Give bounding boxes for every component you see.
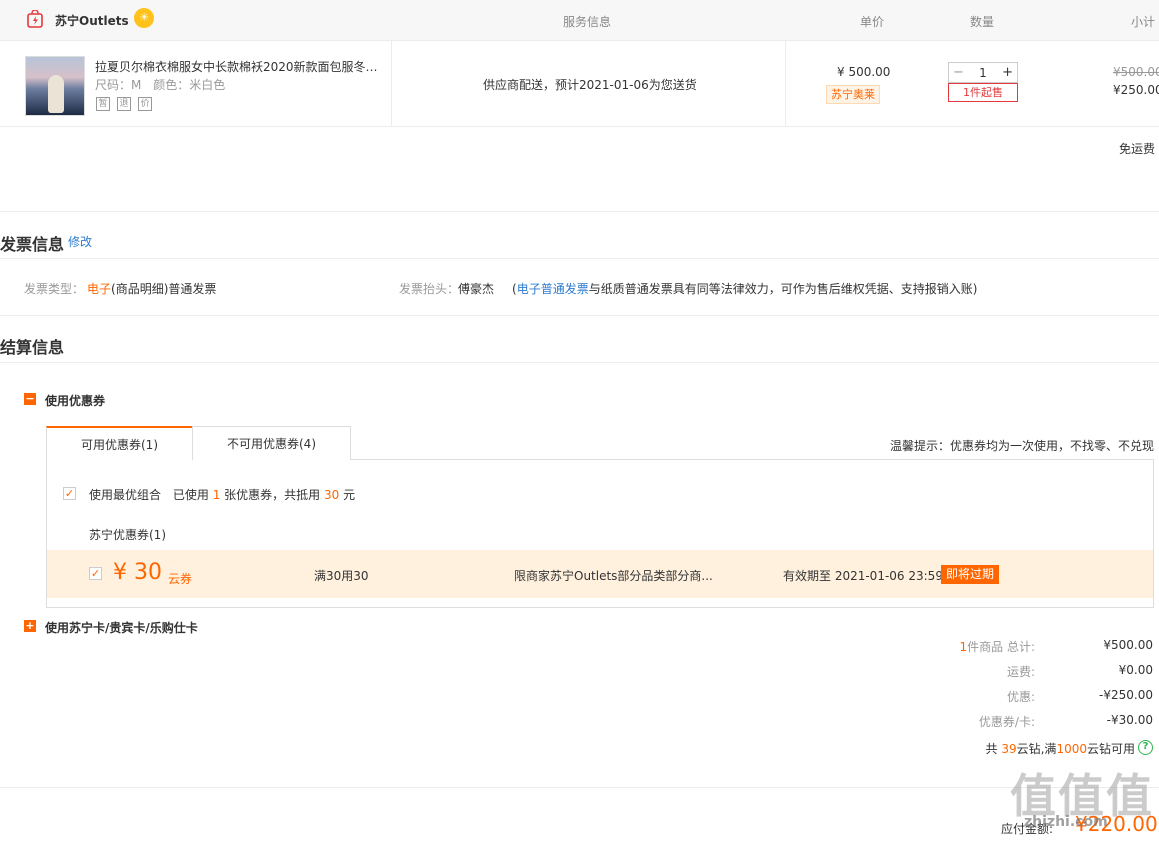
service-icon: 价 xyxy=(138,97,152,111)
items-total-label: 1件商品 总计: xyxy=(960,638,1036,655)
diamond-prefix: 共 xyxy=(985,742,998,756)
coupon-tip: 温馨提示：优惠券均为一次使用，不找零、不兑现 xyxy=(890,439,1155,453)
col-quantity-header: 数量 xyxy=(970,15,995,29)
use-coupon-toggle[interactable]: 使用优惠券 xyxy=(45,392,105,409)
items-total-value: ¥500.00 xyxy=(1103,638,1153,652)
size-value: M xyxy=(131,78,142,92)
coupon-validity: 有效期至 2021-01-06 23:59 xyxy=(783,569,943,583)
freight-value: ¥0.00 xyxy=(1118,663,1153,677)
best-combo-count: 1 xyxy=(212,488,221,502)
delivery-info: 供应商配送，预计2021-01-06为您送货 xyxy=(483,78,697,92)
quantity-stepper: − 1 + xyxy=(948,62,1018,83)
coupon-scope: 限商家苏宁Outlets部分品类部分商... xyxy=(514,569,713,583)
invoice-note: (电子普通发票与纸质普通发票具有同等法律效力，可作为售后维权凭据、支持报销入账) xyxy=(512,280,977,297)
outlet-tag: 苏宁奥莱 xyxy=(826,85,880,104)
size-label: 尺码： xyxy=(95,78,132,92)
col-service-header: 服务信息 xyxy=(563,15,612,29)
divider xyxy=(391,41,392,126)
diamond-suffix: 云钻可用 xyxy=(1086,742,1135,756)
divider xyxy=(0,40,1159,41)
best-combo-used-prefix: 已使用 xyxy=(172,488,209,502)
best-combo-used-mid: 张优惠券，共抵用 xyxy=(224,488,321,502)
invoice-note-rest: 与纸质普通发票具有同等法律效力，可作为售后维权凭据、支持报销入账) xyxy=(588,282,978,296)
qty-value[interactable]: 1 xyxy=(979,66,987,80)
coupon-amount: ¥ 30 xyxy=(113,560,162,585)
invoice-modify-link[interactable]: 修改 xyxy=(68,233,92,250)
unit-price: ¥ 500.00 xyxy=(837,65,891,79)
expand-icon[interactable]: + xyxy=(24,620,36,632)
coupon-checkbox[interactable]: ✓ xyxy=(89,567,102,580)
shipping-fee: 免运费 xyxy=(1119,142,1156,156)
min-buy-tag: 1件起售 xyxy=(948,83,1018,102)
divider xyxy=(0,362,1159,363)
best-combo-unit: 元 xyxy=(343,488,356,502)
invoice-type-highlight: 电子 xyxy=(87,282,112,296)
qty-minus-button[interactable]: − xyxy=(953,65,964,80)
tab-available-coupons[interactable]: 可用优惠券(1) xyxy=(46,426,192,460)
coupon-type: 云券 xyxy=(168,572,193,586)
invoice-type-rest: (商品明细)普通发票 xyxy=(111,282,217,296)
best-combo-amount: 30 xyxy=(324,488,340,502)
best-combo-label: 使用最优组合 已使用 1 张优惠券，共抵用 30 元 xyxy=(89,486,355,503)
coupon-group-title: 苏宁优惠券(1) xyxy=(89,528,166,542)
discount-value: -¥250.00 xyxy=(1099,688,1153,702)
coupon-card-value: -¥30.00 xyxy=(1106,713,1153,727)
divider xyxy=(0,211,1159,212)
service-icon: 暂 xyxy=(96,97,110,111)
items-count: 1 xyxy=(959,640,968,654)
items-label: 件商品 总计: xyxy=(967,640,1035,654)
coupon-condition: 满30用30 xyxy=(314,569,369,583)
best-combo-text: 使用最优组合 xyxy=(89,488,162,502)
invoice-title: 发票信息 xyxy=(0,235,65,254)
qty-plus-button[interactable]: + xyxy=(1002,65,1013,80)
divider xyxy=(785,41,786,126)
service-icon: 退 xyxy=(117,97,131,111)
col-unit-price-header: 单价 xyxy=(860,15,885,29)
product-title[interactable]: 拉夏贝尔棉衣棉服女中长款棉袄2020新款面包服冬季外套 xyxy=(95,58,380,75)
divider xyxy=(0,315,1159,316)
color-label: 颜色： xyxy=(153,78,190,92)
col-subtotal-header: 小计 xyxy=(1131,15,1156,29)
invoice-head-label: 发票抬头： xyxy=(399,282,460,296)
freight-label: 运费: xyxy=(1006,665,1035,679)
original-price: ¥500.00 xyxy=(1113,65,1159,79)
diamond-count: 39 xyxy=(1001,742,1017,756)
watermark-url: zhizhi.com xyxy=(1024,814,1108,830)
e-invoice-link[interactable]: 电子普通发票 xyxy=(517,282,589,296)
coupon-card-label: 优惠券/卡: xyxy=(978,715,1035,729)
invoice-type-label: 发票类型： xyxy=(24,282,85,296)
product-image[interactable] xyxy=(25,56,85,116)
collapse-icon[interactable]: − xyxy=(24,393,36,405)
discount-label: 优惠: xyxy=(1006,690,1035,704)
invoice-head-value: 傅豪杰 xyxy=(458,282,495,296)
service-icons: 暂退价 xyxy=(96,95,159,111)
divider xyxy=(0,126,1159,127)
best-combo-checkbox[interactable]: ✓ xyxy=(63,487,76,500)
subtotal-price: ¥250.00 xyxy=(1113,83,1159,97)
cloud-diamond-info: 共 39云钻,满1000云钻可用 xyxy=(985,740,1135,757)
product-attributes: 尺码：M 颜色：米白色 xyxy=(95,76,225,93)
sun-badge-icon: ☀ xyxy=(134,8,154,28)
diamond-mid: 云钻,满 xyxy=(1016,742,1057,756)
use-card-toggle[interactable]: 使用苏宁卡/贵宾卡/乐购仕卡 xyxy=(45,619,198,636)
diamond-threshold: 1000 xyxy=(1056,742,1087,756)
help-icon[interactable]: ? xyxy=(1138,740,1153,755)
store-name[interactable]: 苏宁Outlets xyxy=(55,12,129,29)
store-bag-icon xyxy=(27,10,43,28)
expiring-badge: 即将过期 xyxy=(941,565,1000,584)
divider xyxy=(0,787,1159,788)
tab-unavailable-coupons[interactable]: 不可用优惠券(4) xyxy=(192,426,351,460)
divider xyxy=(0,258,1159,259)
invoice-type-value: 电子(商品明细)普通发票 xyxy=(87,280,216,297)
settlement-title: 结算信息 xyxy=(0,338,65,357)
color-value: 米白色 xyxy=(189,78,226,92)
